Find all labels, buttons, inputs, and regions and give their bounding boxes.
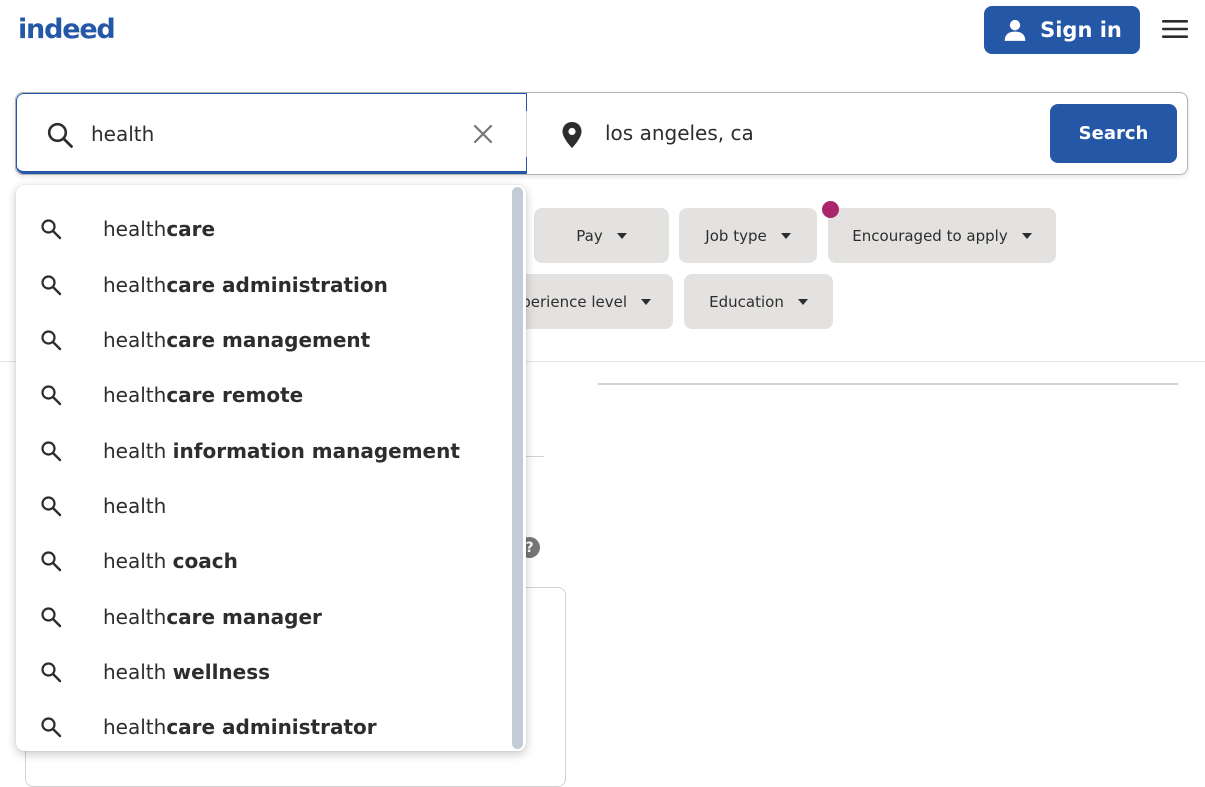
search-icon (41, 607, 62, 628)
suggestion-completion: coach (172, 549, 238, 573)
search-icon (41, 496, 62, 517)
search-icon (41, 662, 62, 683)
suggestion-item[interactable]: health wellness (16, 647, 510, 697)
suggestion-text: healthcare administrator (103, 715, 377, 739)
suggestion-item[interactable]: healthcare administrator (16, 702, 510, 751)
autocomplete-dropdown: healthcare healthcare administration hea… (16, 185, 526, 751)
suggestion-prefix: health (103, 273, 167, 297)
clear-icon[interactable] (472, 123, 494, 145)
filter-job-type[interactable]: Job type (679, 208, 817, 263)
caret-down-icon (616, 232, 627, 239)
suggestion-text: healthcare remote (103, 383, 303, 407)
search-icon (41, 275, 62, 296)
location-pin-icon (562, 122, 582, 148)
suggestion-item[interactable]: health coach (16, 536, 510, 586)
suggestion-item[interactable]: healthcare remote (16, 370, 510, 420)
suggestion-completion: care administrator (166, 715, 377, 739)
suggestion-text: healthcare administration (103, 273, 388, 297)
sign-in-button[interactable]: Sign in (984, 6, 1140, 54)
suggestion-completion: care remote (166, 383, 304, 407)
suggestion-text: health wellness (103, 660, 270, 684)
suggestion-text: health (103, 494, 166, 518)
notification-dot (822, 201, 839, 218)
suggestion-item[interactable]: healthcare administration (16, 260, 510, 310)
filter-education[interactable]: Education (684, 274, 833, 329)
search-icon (41, 441, 62, 462)
suggestion-prefix: health (103, 715, 167, 739)
suggestion-item[interactable]: healthcare manager (16, 592, 510, 642)
filter-pay[interactable]: Pay (534, 208, 669, 263)
suggestion-completion: information management (172, 439, 460, 463)
menu-icon (1162, 20, 1188, 38)
search-button-label: Search (1078, 123, 1149, 144)
suggestion-item[interactable]: healthcare management (16, 315, 510, 365)
suggestion-item[interactable]: health (16, 481, 510, 531)
filter-pay-label: Pay (576, 226, 603, 245)
caret-down-icon (797, 298, 808, 305)
suggestion-completion: wellness (172, 660, 271, 684)
suggestion-item[interactable]: health information management (16, 426, 510, 476)
suggestion-prefix: health (103, 660, 173, 684)
search-icon (41, 219, 62, 240)
user-icon (1004, 19, 1026, 41)
sign-in-label: Sign in (1040, 18, 1122, 42)
suggestion-text: health information management (103, 439, 460, 463)
suggestion-completion: care management (166, 328, 371, 352)
filter-encouraged-label: Encouraged to apply (852, 226, 1008, 245)
suggestion-completion: care administration (166, 273, 388, 297)
filter-encouraged-to-apply[interactable]: Encouraged to apply (828, 208, 1056, 263)
search-divider (526, 111, 527, 157)
where-input[interactable] (605, 116, 1025, 150)
what-input[interactable] (91, 117, 451, 151)
search-icon (41, 385, 62, 406)
what-field[interactable] (16, 93, 527, 174)
dropdown-scrollbar[interactable] (512, 187, 523, 749)
suggestion-prefix: health (103, 383, 167, 407)
suggestion-completion: care (166, 217, 216, 241)
suggestion-text: healthcare manager (103, 605, 322, 629)
suggestion-prefix: health (103, 605, 167, 629)
indeed-logo[interactable]: indeed (18, 10, 116, 48)
logo-text: indeed (18, 13, 116, 45)
right-pane-divider (598, 383, 1178, 385)
search-icon (41, 717, 62, 738)
search-icon (41, 330, 62, 351)
filter-experience-label: perience level (521, 292, 627, 311)
suggestion-prefix: health (103, 217, 167, 241)
suggestion-text: healthcare management (103, 328, 370, 352)
search-button[interactable]: Search (1050, 104, 1177, 163)
suggestion-text: health coach (103, 549, 238, 573)
search-icon (41, 551, 62, 572)
suggestion-prefix: health (103, 549, 173, 573)
caret-down-icon (641, 298, 651, 305)
hamburger-menu-button[interactable] (1158, 14, 1192, 44)
suggestion-prefix: health (103, 328, 167, 352)
filter-education-label: Education (709, 292, 784, 311)
suggestion-prefix: health (103, 439, 173, 463)
caret-down-icon (780, 232, 791, 239)
suggestion-completion: care manager (166, 605, 322, 629)
filter-job-type-label: Job type (705, 226, 767, 245)
caret-down-icon (1021, 232, 1032, 239)
search-bar: Search (15, 92, 1188, 175)
suggestion-text: healthcare (103, 217, 215, 241)
suggestion-item[interactable]: healthcare (16, 204, 510, 254)
help-glyph: ? (525, 539, 534, 556)
search-icon (47, 122, 73, 148)
suggestion-prefix: health (103, 494, 167, 518)
